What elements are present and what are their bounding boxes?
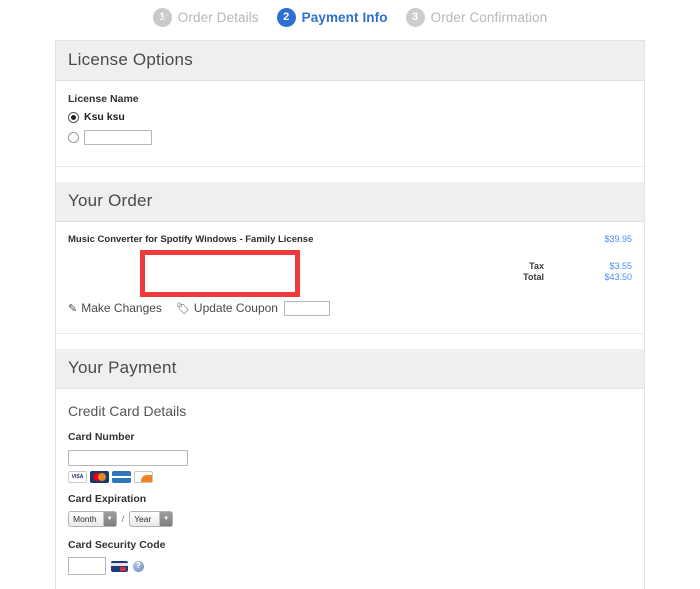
license-options-body: License Name Ksu ksu [56,81,644,166]
section-divider-2 [56,333,644,349]
card-number-label: Card Number [68,431,135,443]
card-security-code-input[interactable] [68,557,106,575]
step-badge-1: 1 ✓ [152,7,172,27]
license-options-heading: License Options [56,41,644,81]
pencil-icon: ✎ [68,302,78,315]
license-option-existing-label: Ksu ksu [84,111,125,123]
checkout-panel: License Options License Name Ksu ksu You… [55,40,645,589]
order-item-price: $39.95 [604,234,632,244]
radio-existing-name[interactable] [68,111,79,123]
license-name-label: License Name [68,93,139,105]
order-item-row: Music Converter for Spotify Windows - Fa… [68,234,632,245]
card-expiration-label: Card Expiration [68,493,147,505]
card-back-icon [111,560,128,572]
total-label: Total [523,272,544,282]
your-payment-body: Credit Card Details Card Number VISA Car… [56,389,644,589]
chevron-down-icon: ▼ [159,512,173,526]
your-payment-heading: Your Payment [56,349,644,389]
order-actions: ✎ Make Changes 🏷 Update Coupon [68,297,632,319]
chevron-down-icon: ▼ [102,512,116,526]
step-badge-3: 3 [405,7,425,27]
tag-icon: 🏷 [175,302,190,315]
your-order-heading: Your Order [56,182,644,222]
card-security-code-row: ? [68,557,632,575]
amex-icon [112,471,131,483]
card-number-input[interactable] [68,449,188,466]
visa-icon: VISA [68,471,87,483]
checkout-steps: 1 ✓ Order Details 2 Payment Info 3 Order… [0,0,700,34]
total-value: $43.50 [604,272,632,282]
step-number-2: 2 [283,11,290,23]
license-option-custom[interactable] [68,130,632,145]
radio-custom-name[interactable] [68,132,79,143]
step-label-order-confirmation: Order Confirmation [430,9,548,25]
update-coupon-label: Update Coupon [193,301,278,315]
help-icon[interactable]: ? [133,560,144,572]
make-changes-button[interactable]: ✎ Make Changes [68,301,162,315]
accepted-card-logos: VISA [68,471,632,483]
step-order-details[interactable]: 1 ✓ Order Details [152,7,259,27]
tax-value: $3.55 [609,261,632,271]
credit-card-details-heading: Credit Card Details [68,403,187,419]
expiration-month-select[interactable]: Month ▼ [68,511,117,527]
step-label-order-details: Order Details [177,9,259,25]
step-order-confirmation[interactable]: 3 Order Confirmation [405,7,548,27]
step-number-3: 3 [412,11,419,23]
your-order-body: Music Converter for Spotify Windows - Fa… [56,222,644,333]
order-totals: Tax $3.55 Total $43.50 [68,261,632,283]
expiration-year-select[interactable]: Year ▼ [129,511,174,527]
step-badge-2: 2 [276,7,296,27]
update-coupon-button[interactable]: 🏷 Update Coupon [176,301,278,315]
step-payment-info[interactable]: 2 Payment Info [276,7,388,27]
expiration-year-value: Year [134,514,152,524]
expiration-separator: / [121,514,125,524]
totals-row-total: Total $43.50 [523,272,632,283]
tax-label: Tax [529,261,544,271]
step-label-payment-info: Payment Info [301,9,388,25]
card-security-code-label: Card Security Code [68,539,166,551]
license-option-existing[interactable]: Ksu ksu [68,111,632,123]
make-changes-label: Make Changes [81,301,162,315]
expiration-month-value: Month [73,514,97,524]
custom-license-name-input[interactable] [84,130,152,145]
mastercard-icon [90,471,109,483]
check-icon: ✓ [159,8,172,25]
discover-icon [134,471,153,483]
totals-row-tax: Tax $3.55 [523,261,632,272]
card-expiration-row: Month ▼ / Year ▼ [68,511,632,527]
order-item-name: Music Converter for Spotify Windows - Fa… [68,234,314,245]
section-divider-1 [56,166,644,182]
coupon-code-input[interactable] [283,300,330,316]
